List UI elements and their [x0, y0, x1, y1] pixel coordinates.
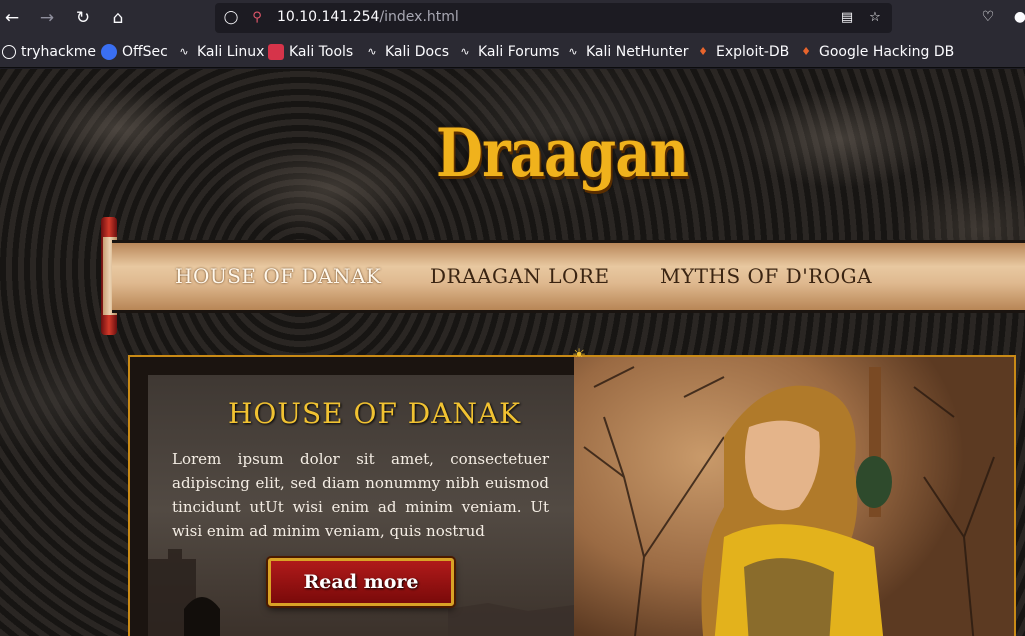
- kali-tools-icon: [268, 44, 284, 60]
- bookmark-kali-tools[interactable]: Kali Tools: [268, 43, 353, 61]
- bookmark-kali-linux[interactable]: ∿ Kali Linux: [176, 43, 264, 61]
- bookmarks-toolbar: tryhackme OffSec ∿ Kali Linux Kali Tools…: [0, 36, 1025, 68]
- bookmark-label: Kali Docs: [385, 44, 450, 60]
- bookmark-label: tryhackme: [21, 44, 97, 60]
- offsec-icon: [101, 44, 117, 60]
- profile-icon[interactable]: ●: [1010, 7, 1025, 27]
- bookmark-exploit-db[interactable]: ♦ Exploit-DB: [695, 43, 789, 61]
- warrior-illustration: [583, 366, 995, 636]
- bookmark-star-icon[interactable]: ☆: [867, 10, 883, 26]
- bookmark-google-hacking-db[interactable]: ♦ Google Hacking DB: [798, 43, 954, 61]
- nav-draagan-lore[interactable]: DRAAGAN LORE: [430, 264, 610, 288]
- kali-dragon-icon: ∿: [179, 45, 189, 58]
- bookmark-label: Kali Tools: [289, 44, 354, 60]
- site-logo[interactable]: Draagan: [436, 113, 689, 193]
- globe-icon: [2, 45, 16, 59]
- kali-dragon-icon: ∿: [367, 45, 377, 58]
- url-bar[interactable]: ◯ ⚲ 10.10.141.254/index.html ▤ ☆: [215, 3, 892, 33]
- nav-house-of-danak[interactable]: HOUSE OF DANAK: [175, 264, 381, 288]
- reader-view-icon[interactable]: ▤: [839, 10, 855, 26]
- url-path: /index.html: [379, 9, 459, 25]
- pocket-icon[interactable]: ♡: [978, 7, 998, 27]
- bookmark-label: Kali NetHunter: [586, 44, 689, 60]
- browser-toolbar: ← → ↻ ⌂ ◯ ⚲ 10.10.141.254/index.html ▤ ☆…: [0, 0, 1025, 36]
- url-text[interactable]: 10.10.141.254/index.html: [277, 9, 459, 25]
- web-page: Draagan HOUSE OF DANAK DRAAGAN LORE MYTH…: [0, 69, 1025, 636]
- back-arrow-icon[interactable]: ←: [0, 6, 24, 30]
- kali-dragon-icon: ∿: [460, 45, 470, 58]
- exploitdb-icon: ♦: [801, 45, 811, 58]
- shield-icon[interactable]: ◯: [223, 10, 239, 26]
- bookmark-tryhackme[interactable]: tryhackme: [2, 43, 96, 61]
- bookmark-label: Kali Forums: [478, 44, 560, 60]
- url-host: 10.10.141.254: [277, 9, 380, 25]
- exploitdb-icon: ♦: [698, 45, 708, 58]
- bookmark-label: Google Hacking DB: [819, 44, 955, 60]
- bookmark-label: Exploit-DB: [716, 44, 790, 60]
- section-body: Lorem ipsum dolor sit amet, consectetuer…: [172, 450, 549, 540]
- home-icon[interactable]: ⌂: [106, 6, 130, 30]
- nav-myths-of-droga[interactable]: MYTHS OF D'ROGA: [660, 264, 872, 288]
- hero-image: [574, 357, 1014, 636]
- bookmark-offsec[interactable]: OffSec: [101, 43, 168, 61]
- bookmark-kali-nethunter[interactable]: ∿ Kali NetHunter: [565, 43, 688, 61]
- insecure-lock-icon[interactable]: ⚲: [249, 10, 265, 26]
- section-title: HOUSE OF DANAK: [228, 397, 522, 430]
- bookmark-label: OffSec: [122, 44, 168, 60]
- forward-arrow-icon[interactable]: →: [35, 6, 59, 30]
- reload-icon[interactable]: ↻: [71, 6, 95, 30]
- kali-dragon-icon: ∿: [568, 45, 578, 58]
- bookmark-kali-forums[interactable]: ∿ Kali Forums: [457, 43, 559, 61]
- read-more-button[interactable]: Read more: [268, 558, 454, 606]
- bookmark-label: Kali Linux: [197, 44, 265, 60]
- bookmark-kali-docs[interactable]: ∿ Kali Docs: [364, 43, 449, 61]
